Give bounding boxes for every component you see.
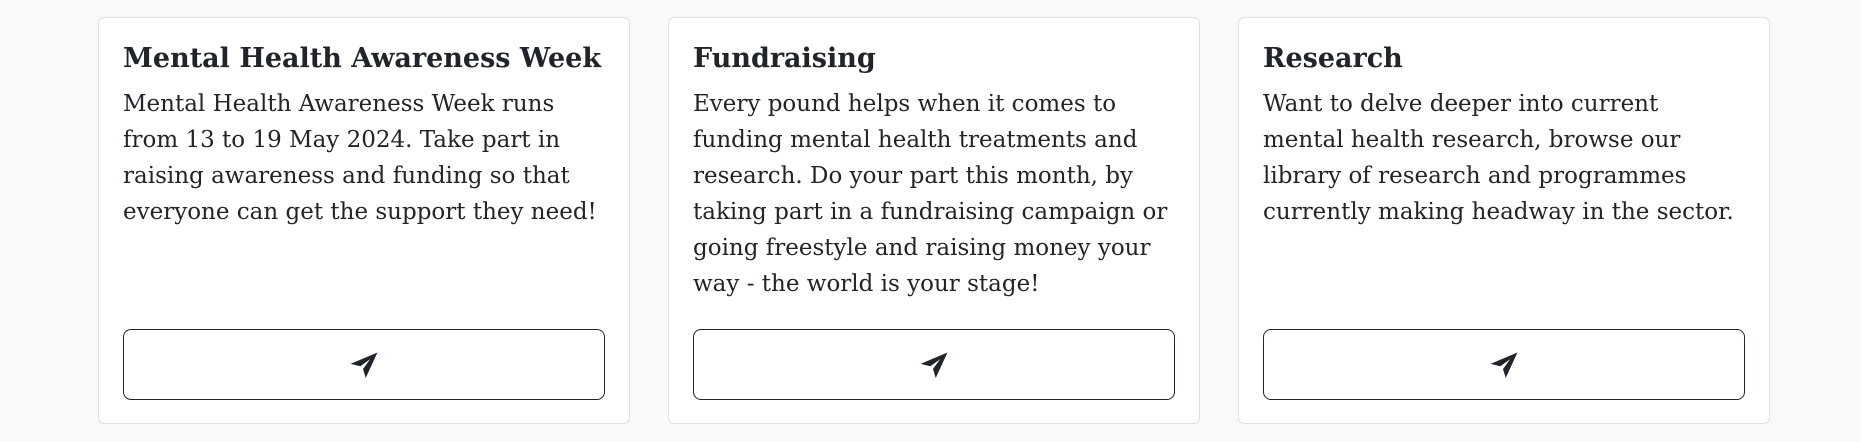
send-icon [1490, 352, 1518, 378]
card-text: Mental Health Awareness Week runs from 1… [123, 91, 597, 225]
send-button[interactable] [693, 329, 1175, 400]
send-icon [920, 352, 948, 378]
card-text: Every pound helps when it comes to fundi… [693, 91, 1168, 297]
card-text: Want to delve deeper into current mental… [1263, 91, 1734, 225]
card-title: Research [1263, 43, 1403, 74]
send-icon [350, 352, 378, 378]
card-row: Mental Health Awareness Week Mental Heal… [98, 17, 1770, 424]
card-mental-health-awareness-week: Mental Health Awareness Week Mental Heal… [98, 17, 630, 424]
card-title: Mental Health Awareness Week [123, 43, 602, 74]
card-title: Fundraising [693, 43, 876, 74]
card-research: Research Want to delve deeper into curre… [1238, 17, 1770, 424]
card-fundraising: Fundraising Every pound helps when it co… [668, 17, 1200, 424]
send-button[interactable] [123, 329, 605, 400]
send-button[interactable] [1263, 329, 1745, 400]
